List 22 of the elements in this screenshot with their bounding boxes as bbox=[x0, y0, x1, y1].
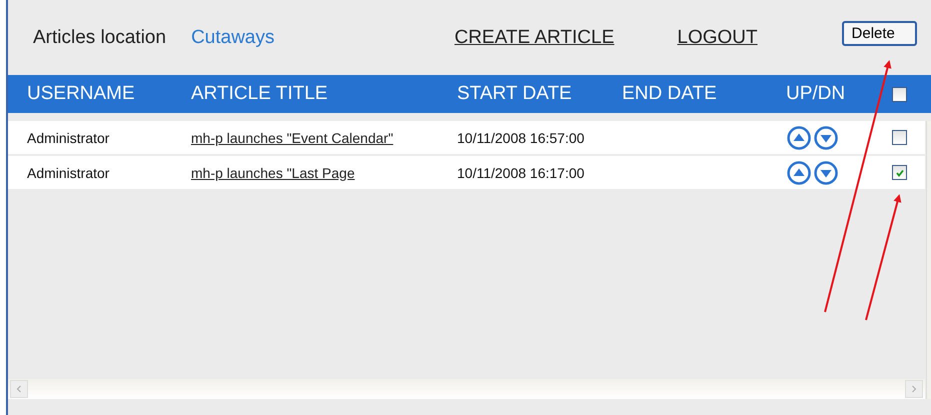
username-cell-text: Administrator bbox=[27, 164, 110, 180]
caret-left-icon bbox=[15, 385, 23, 393]
location-label: Articles location bbox=[33, 26, 166, 48]
article-title-link[interactable]: mh-p launches "Event Calendar" bbox=[191, 130, 394, 146]
column-header: START DATE bbox=[457, 83, 573, 105]
location-link[interactable]: Cutaways bbox=[191, 26, 274, 48]
column-header: USERNAME bbox=[27, 83, 136, 105]
check-icon bbox=[894, 168, 904, 178]
start-date-cell-text: 10/11/2008 16:57:00 bbox=[457, 130, 586, 146]
select-all-checkbox[interactable] bbox=[892, 86, 907, 102]
column-header: ARTICLE TITLE bbox=[191, 83, 329, 105]
caret-right-icon bbox=[910, 385, 918, 393]
row-checkbox[interactable] bbox=[892, 130, 907, 145]
toolbar-link[interactable]: LOGOUT bbox=[677, 26, 758, 48]
row-checkbox[interactable] bbox=[892, 165, 907, 180]
column-header: UP/DN bbox=[786, 83, 846, 105]
delete-button[interactable]: Delete bbox=[842, 21, 917, 46]
username-cell-text: Administrator bbox=[27, 130, 110, 146]
article-title-link[interactable]: mh-p launches "Last Page bbox=[191, 164, 355, 180]
toolbar-link[interactable]: CREATE ARTICLE bbox=[454, 26, 614, 48]
start-date-cell-text: 10/11/2008 16:17:00 bbox=[457, 164, 586, 180]
column-header: END DATE bbox=[622, 83, 718, 105]
